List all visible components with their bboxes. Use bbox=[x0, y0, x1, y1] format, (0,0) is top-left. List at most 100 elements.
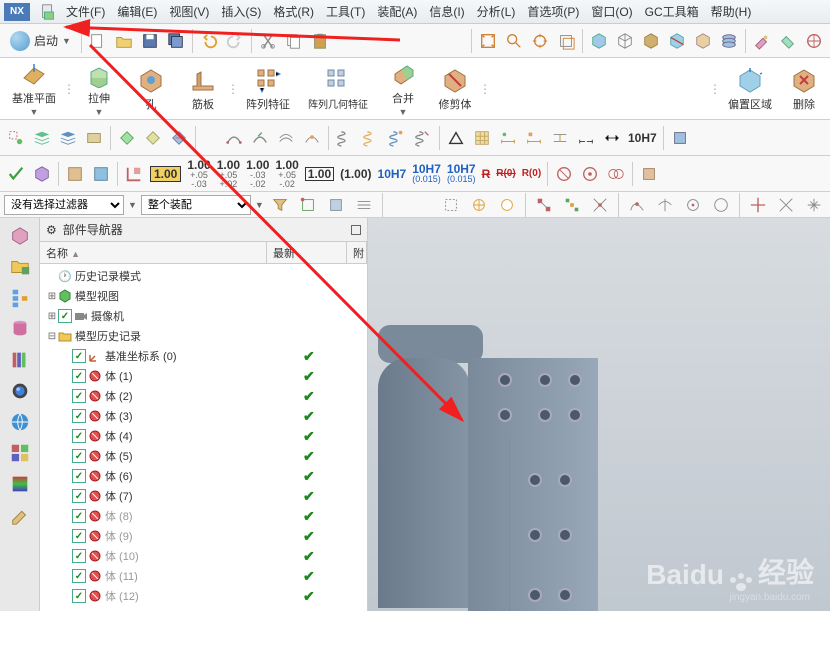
merge-button[interactable]: 合并 ▼ bbox=[378, 58, 428, 119]
res-cyl-icon[interactable] bbox=[6, 315, 34, 343]
menu-gc[interactable]: GC工具箱 bbox=[639, 3, 705, 20]
tol-r1-button[interactable]: R bbox=[480, 168, 493, 180]
open-icon[interactable] bbox=[112, 29, 136, 53]
checkbox[interactable]: ✓ bbox=[72, 349, 86, 363]
dim4-icon[interactable] bbox=[574, 126, 598, 150]
res-win-icon[interactable] bbox=[6, 439, 34, 467]
menu-info[interactable]: 信息(I) bbox=[423, 3, 470, 20]
hide-icon[interactable] bbox=[691, 29, 715, 53]
snap-mid-icon[interactable] bbox=[560, 193, 584, 217]
menu-window[interactable]: 窗口(O) bbox=[585, 3, 638, 20]
checkbox[interactable]: ✓ bbox=[72, 449, 86, 463]
paste-icon[interactable] bbox=[308, 29, 332, 53]
fit-icon[interactable] bbox=[476, 29, 500, 53]
save-all-icon[interactable] bbox=[164, 29, 188, 53]
expand-icon[interactable]: ⊞ bbox=[46, 291, 58, 302]
delete-button[interactable]: 删除 bbox=[782, 64, 826, 114]
tree-datum-csys[interactable]: ✓ 基准坐标系 (0) ✔ bbox=[40, 346, 367, 366]
shape2-icon[interactable] bbox=[89, 162, 113, 186]
curve4-icon[interactable] bbox=[709, 193, 733, 217]
res-books-icon[interactable] bbox=[6, 346, 34, 374]
circ1-icon[interactable] bbox=[552, 162, 576, 186]
checkbox[interactable]: ✓ bbox=[72, 529, 86, 543]
filter-icon1[interactable] bbox=[268, 193, 292, 217]
tool-a-icon[interactable] bbox=[750, 29, 774, 53]
tol-plain-button[interactable]: (1.00) bbox=[338, 168, 373, 180]
menu-help[interactable]: 帮助(H) bbox=[705, 3, 758, 20]
tool-x-icon[interactable] bbox=[668, 126, 692, 150]
tol-boxed-button[interactable]: 1.00 bbox=[303, 167, 336, 181]
curve3-icon[interactable] bbox=[681, 193, 705, 217]
spring1-icon[interactable] bbox=[333, 126, 357, 150]
navigator-tree[interactable]: 🕐 历史记录模式 ⊞ 模型视图 ⊞ ✓ 摄像机 ⊟ 模型历史记录 bbox=[40, 264, 367, 611]
tree-body-row[interactable]: ✓ 体 (3) ✔ bbox=[40, 406, 367, 426]
tree-camera[interactable]: ⊞ ✓ 摄像机 bbox=[40, 306, 367, 326]
menu-assembly[interactable]: 装配(A) bbox=[371, 3, 423, 20]
col-recent[interactable]: 最新 bbox=[267, 242, 347, 263]
undo-icon[interactable] bbox=[197, 29, 221, 53]
circ2-icon[interactable] bbox=[578, 162, 602, 186]
tri-icon[interactable] bbox=[444, 126, 468, 150]
spring4-icon[interactable] bbox=[411, 126, 435, 150]
col-r[interactable]: 附 bbox=[347, 242, 367, 263]
layers-icon[interactable] bbox=[30, 126, 54, 150]
tol-10h7-button[interactable]: 10H7 bbox=[626, 132, 659, 144]
tree-body-row[interactable]: ✓ 体 (6) ✔ bbox=[40, 466, 367, 486]
dim5-icon[interactable] bbox=[600, 126, 624, 150]
tree-history-mode[interactable]: 🕐 历史记录模式 bbox=[40, 266, 367, 286]
tol1-button[interactable]: 1.00+.05-.03 bbox=[185, 159, 212, 189]
extrude-button[interactable]: 拉伸 ▼ bbox=[74, 58, 124, 119]
save-icon[interactable] bbox=[138, 29, 162, 53]
render-icon[interactable] bbox=[639, 29, 663, 53]
menu-analysis[interactable]: 分析(L) bbox=[471, 3, 522, 20]
spring3-icon[interactable] bbox=[385, 126, 409, 150]
arc4-icon[interactable] bbox=[300, 126, 324, 150]
arc-icon[interactable] bbox=[222, 126, 246, 150]
tree-body-row[interactable]: ✓ 体 (4) ✔ bbox=[40, 426, 367, 446]
checkbox[interactable]: ✓ bbox=[72, 509, 86, 523]
res-pencil-icon[interactable] bbox=[6, 501, 34, 529]
snap-edge-icon[interactable] bbox=[296, 193, 320, 217]
zoom-icon[interactable] bbox=[502, 29, 526, 53]
col-name[interactable]: 名称 ▲ bbox=[40, 242, 267, 263]
diamond2-icon[interactable] bbox=[141, 126, 165, 150]
rib-button[interactable]: 筋板 bbox=[178, 64, 228, 114]
tol-h3-button[interactable]: 10H7(0.015) bbox=[445, 163, 478, 184]
tree-body-row[interactable]: ✓ 体 (9) ✔ bbox=[40, 526, 367, 546]
snap1-icon[interactable] bbox=[439, 193, 463, 217]
checkbox[interactable]: ✓ bbox=[72, 429, 86, 443]
tol-h2-button[interactable]: 10H7(0.015) bbox=[410, 163, 443, 184]
pan-icon[interactable] bbox=[554, 29, 578, 53]
res-folder-icon[interactable] bbox=[6, 253, 34, 281]
gear-icon[interactable]: ⚙ bbox=[46, 223, 57, 237]
tol2-button[interactable]: 1.00+.05+.02 bbox=[215, 159, 242, 189]
spring2-icon[interactable] bbox=[359, 126, 383, 150]
geom-pattern-button[interactable]: 阵列几何特征 bbox=[300, 64, 376, 113]
section-icon[interactable] bbox=[665, 29, 689, 53]
arc2-icon[interactable] bbox=[248, 126, 272, 150]
assembly-select[interactable]: 整个装配 bbox=[141, 195, 251, 215]
tol-h1-button[interactable]: 10H7 bbox=[376, 168, 409, 180]
shade-icon[interactable] bbox=[587, 29, 611, 53]
wireframe-icon[interactable] bbox=[613, 29, 637, 53]
new-doc-icon[interactable] bbox=[36, 0, 60, 24]
rotate-icon[interactable] bbox=[528, 29, 552, 53]
tol-r3-button[interactable]: R(0) bbox=[520, 169, 543, 179]
snap2-icon[interactable] bbox=[467, 193, 491, 217]
menu-insert[interactable]: 插入(S) bbox=[215, 3, 267, 20]
tol-box-button[interactable]: 1.00 bbox=[148, 166, 183, 182]
menu-format[interactable]: 格式(R) bbox=[267, 3, 320, 20]
curve2-icon[interactable] bbox=[653, 193, 677, 217]
block-icon[interactable] bbox=[30, 162, 54, 186]
select-icon[interactable] bbox=[4, 126, 28, 150]
hole-button[interactable]: 孔 bbox=[126, 64, 176, 114]
menu-tools[interactable]: 工具(T) bbox=[320, 3, 371, 20]
tree-body-row[interactable]: ✓ 体 (10) ✔ bbox=[40, 546, 367, 566]
filter-select[interactable]: 没有选择过滤器 bbox=[4, 195, 124, 215]
tree-body-row[interactable]: ✓ 体 (8) ✔ bbox=[40, 506, 367, 526]
snap3-icon[interactable] bbox=[495, 193, 519, 217]
tree-body-row[interactable]: ✓ 体 (2) ✔ bbox=[40, 386, 367, 406]
checkbox[interactable]: ✓ bbox=[72, 469, 86, 483]
check1-icon[interactable] bbox=[4, 162, 28, 186]
layers2-icon[interactable] bbox=[56, 126, 80, 150]
